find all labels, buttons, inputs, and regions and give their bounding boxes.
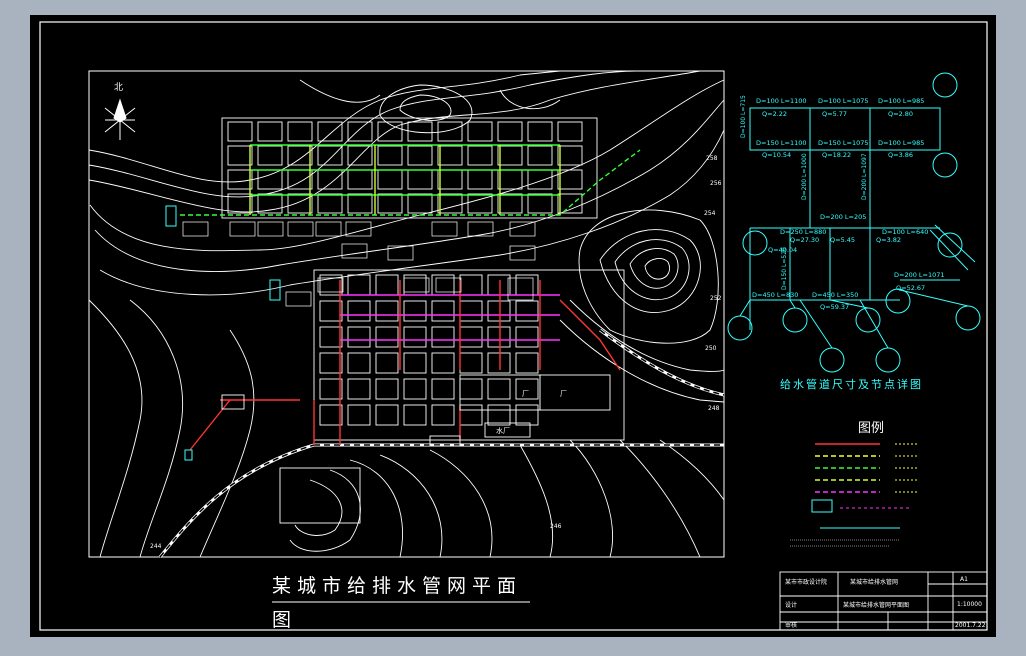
svg-text:248: 248 — [708, 405, 720, 412]
title-line-1: 某城市给排水管网平面 — [272, 575, 522, 597]
svg-text:244: 244 — [150, 543, 162, 550]
svg-text:2001.7.22: 2001.7.22 — [955, 622, 986, 629]
svg-text:Q=59.37: Q=59.37 — [820, 303, 849, 311]
svg-text:258: 258 — [706, 155, 718, 162]
svg-text:Q=5.45: Q=5.45 — [830, 236, 855, 244]
svg-text:D=100 L=1100: D=100 L=1100 — [756, 97, 807, 105]
svg-text:250: 250 — [705, 345, 717, 352]
svg-text:某城市给排水管网: 某城市给排水管网 — [850, 578, 898, 586]
svg-text:某城市给排水管网平面图: 某城市给排水管网平面图 — [843, 601, 909, 609]
svg-text:254: 254 — [704, 210, 716, 217]
svg-text:252: 252 — [710, 295, 722, 302]
svg-text:Q=18.22: Q=18.22 — [822, 151, 851, 159]
svg-text:Q=27.30: Q=27.30 — [790, 236, 819, 244]
svg-text:审核: 审核 — [785, 621, 797, 629]
svg-text:D=200 L=1071: D=200 L=1071 — [894, 271, 945, 279]
svg-text:设计: 设计 — [785, 601, 797, 609]
svg-text:D=200 L=205: D=200 L=205 — [820, 213, 866, 221]
svg-text:D=450 L=830: D=450 L=830 — [752, 291, 798, 299]
svg-text:A1: A1 — [960, 576, 968, 583]
svg-text:Q=2.80: Q=2.80 — [888, 110, 913, 118]
svg-text:Q=3.82: Q=3.82 — [876, 236, 901, 244]
title-line-2: 图 — [272, 609, 291, 631]
svg-text:D=450 L=350: D=450 L=350 — [812, 291, 858, 299]
svg-text:D=100 L=985: D=100 L=985 — [878, 97, 924, 105]
svg-text:Q=10.54: Q=10.54 — [762, 151, 791, 159]
svg-text:D=150 L=520: D=150 L=520 — [781, 247, 788, 290]
svg-text:D=150 L=1075: D=150 L=1075 — [818, 139, 869, 147]
svg-text:Q=3.86: Q=3.86 — [888, 151, 913, 159]
svg-text:Q=2.22: Q=2.22 — [762, 110, 787, 118]
svg-text:D=100 L=715: D=100 L=715 — [740, 95, 747, 138]
svg-text:246: 246 — [550, 523, 562, 530]
plant-b-label: 厂 — [560, 390, 567, 398]
svg-text:D=100 L=1075: D=100 L=1075 — [818, 97, 869, 105]
svg-text:D=200 L=1000: D=200 L=1000 — [801, 153, 808, 200]
station-label: 水厂 — [496, 426, 510, 435]
detail-caption: 给水管道尺寸及节点详图 — [780, 377, 923, 391]
svg-text:256: 256 — [710, 180, 722, 187]
svg-text:D=200 L=1097: D=200 L=1097 — [861, 153, 868, 200]
svg-text:Q=5.77: Q=5.77 — [822, 110, 847, 118]
north-label: 北 — [114, 82, 123, 93]
svg-text:D=100 L=985: D=100 L=985 — [878, 139, 924, 147]
svg-text:D=100 L=640: D=100 L=640 — [882, 228, 928, 236]
svg-text:D=250 L=880: D=250 L=880 — [780, 228, 826, 236]
svg-text:某市市政设计院: 某市市政设计院 — [785, 578, 827, 586]
svg-text:Q=52.67: Q=52.67 — [896, 284, 925, 292]
svg-text:D=150 L=1100: D=150 L=1100 — [756, 139, 807, 147]
cad-viewport[interactable]: 北 厂 厂 水厂 258 256 254 252 250 248 246 244… — [0, 0, 1026, 652]
drawing-canvas[interactable]: 北 厂 厂 水厂 258 256 254 252 250 248 246 244… — [0, 0, 1026, 652]
svg-text:1:10000: 1:10000 — [957, 601, 982, 608]
legend-title: 图例 — [858, 421, 884, 436]
plant-a-label: 厂 — [522, 390, 529, 398]
